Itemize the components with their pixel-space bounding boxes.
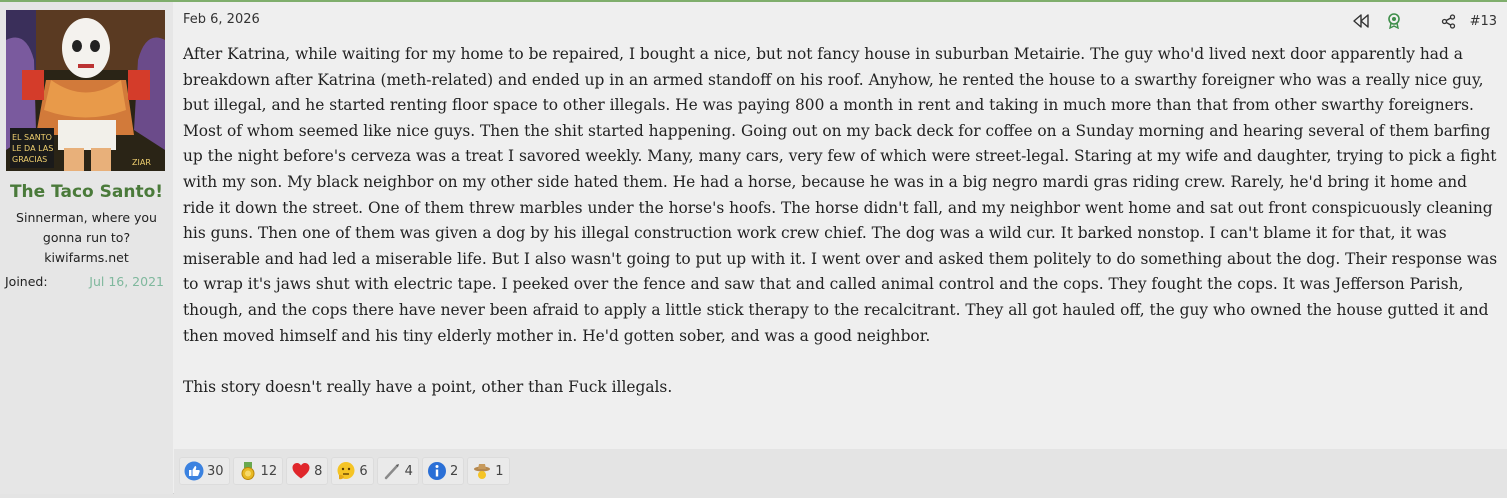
thumbs-up-icon [184,461,204,481]
reaction-bar: 30 12 8 6 4 2 1 [174,449,1507,494]
post-number[interactable]: #13 [1470,14,1497,29]
reaction-winner[interactable]: 12 [232,457,284,485]
svg-text:LE DA LAS: LE DA LAS [12,144,53,153]
post-content: Feb 6, 2026 #13 After Katrina, while wai… [174,2,1507,494]
svg-text:ZIAR: ZIAR [132,158,151,167]
user-title: Sinnerman, where you gonna run to? [16,210,157,245]
post-actions: #13 [1352,12,1497,30]
post-paragraph: After Katrina, while waiting for my home… [183,45,1498,345]
wand-icon [382,461,402,481]
hat-tip-icon [472,461,492,481]
reaction-wand[interactable]: 4 [376,457,419,485]
reaction-informative[interactable]: 2 [421,457,465,485]
medal-icon [238,461,258,481]
reaction-count: 1 [495,463,504,479]
reaction-count: 30 [207,463,224,479]
forum-post: EL SANTO LE DA LAS GRACIAS ZIAR The Taco… [0,0,1507,494]
share-icon[interactable] [1441,13,1456,29]
user-site: kiwifarms.net [44,250,129,265]
reactions-list: 30 12 8 6 4 2 1 [179,457,510,485]
user-info-panel: EL SANTO LE DA LAS GRACIAS ZIAR The Taco… [0,2,173,494]
reaction-count: 2 [449,463,459,479]
post-date[interactable]: Feb 6, 2026 [183,12,260,27]
post-body: After Katrina, while waiting for my home… [183,42,1499,400]
post-paragraph: This story doesn't really have a point, … [183,377,673,396]
heart-icon [291,461,311,481]
info-icon [427,461,447,481]
username[interactable]: The Taco Santo! [0,182,173,202]
joined-date: Jul 16, 2021 [89,274,164,289]
joined-label: Joined: [5,274,48,289]
reaction-love[interactable]: 8 [286,457,329,485]
reaction-hat-tip[interactable]: 1 [467,457,510,485]
reaction-count: 12 [260,463,278,479]
svg-text:GRACIAS: GRACIAS [12,155,47,164]
reaction-count: 4 [404,463,413,479]
svg-text:EL SANTO: EL SANTO [12,133,52,142]
avatar[interactable]: EL SANTO LE DA LAS GRACIAS ZIAR [6,10,165,171]
reaction-count: 8 [314,463,323,479]
reaction-like[interactable]: 30 [179,457,230,485]
rewind-icon[interactable] [1352,14,1369,28]
reaction-thinking[interactable]: 6 [331,457,374,485]
reaction-count: 6 [359,463,368,479]
thinking-face-icon [336,461,356,481]
award-icon[interactable] [1387,13,1401,29]
